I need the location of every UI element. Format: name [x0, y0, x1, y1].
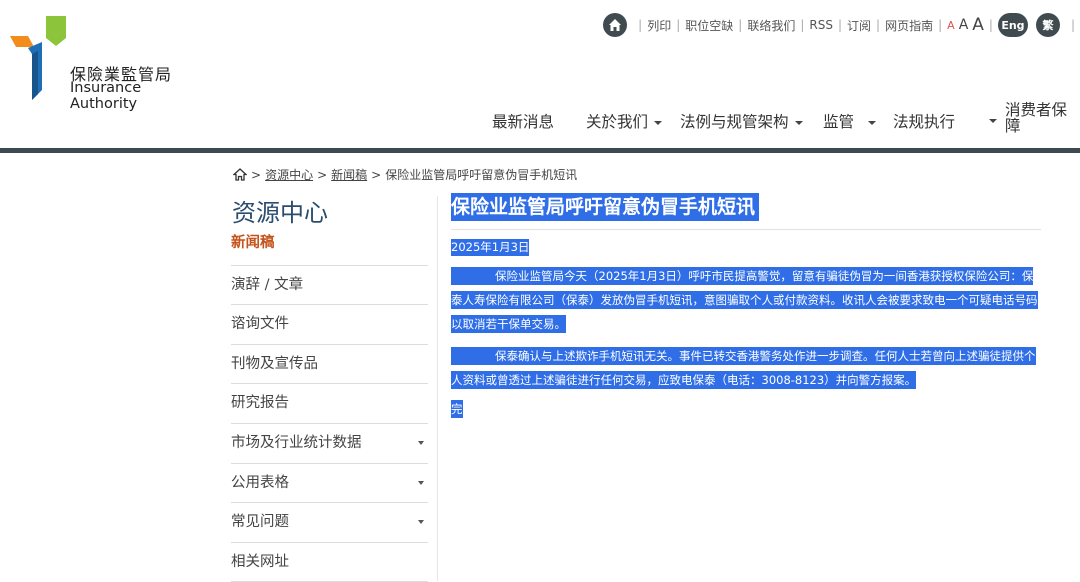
font-size-medium-button[interactable]: A	[959, 17, 969, 33]
sidebar-item-label: 刊物及宣传品	[231, 355, 318, 372]
chevron-down-icon[interactable]	[418, 440, 424, 445]
home-icon[interactable]	[233, 168, 247, 181]
font-size-small-button[interactable]: A	[947, 19, 955, 32]
site-logo[interactable]: 保險業監管局 Insurance Authority	[8, 14, 208, 112]
nav-news-label: 最新消息	[492, 113, 555, 131]
breadcrumb-press[interactable]: 新闻稿	[331, 166, 367, 183]
breadcrumb-resources[interactable]: 资源中心	[265, 166, 313, 183]
separator: |	[638, 18, 643, 32]
nav-consumer[interactable]: 消费者保障	[1005, 102, 1080, 134]
separator: |	[1070, 18, 1075, 32]
separator: |	[837, 18, 843, 32]
nav-supervision-label: 监管	[823, 113, 855, 131]
chevron-down-icon	[868, 120, 877, 125]
sidebar-item-press-releases[interactable]: 新闻稿	[231, 226, 428, 266]
separator: |	[938, 18, 943, 32]
separator: |	[876, 18, 881, 32]
sidebar-item-forms[interactable]: 公用表格	[231, 464, 428, 504]
sidebar-item-links[interactable]: 相关网址	[231, 543, 428, 582]
print-link[interactable]: 列印	[647, 17, 671, 34]
separator: |	[988, 18, 993, 32]
nav-enforcement[interactable]: 法规执行	[893, 110, 955, 132]
breadcrumb: > 资源中心 > 新闻稿 > 保险业监管局呼吁留意伪冒手机短讯	[233, 166, 577, 183]
sidebar-item-label: 公用表格	[231, 474, 289, 491]
breadcrumb-separator: >	[251, 167, 262, 182]
insurance-authority-logo-icon	[10, 16, 66, 100]
sidebar-item-faq[interactable]: 常见问题	[231, 503, 428, 543]
chevron-down-icon	[654, 120, 663, 125]
sidebar-item-label: 演辞 / 文章	[231, 276, 304, 293]
nav-about-label: 关於我们	[586, 113, 649, 131]
sidebar-item-statistics[interactable]: 市场及行业统计数据	[231, 424, 428, 464]
article: 保险业监管局呼吁留意伪冒手机短讯 2025年1月3日 保险业监管局今天（2025…	[451, 193, 1041, 418]
chevron-down-icon	[989, 119, 997, 123]
sidebar-item-research[interactable]: 研究报告	[231, 384, 428, 424]
sidebar-item-speeches[interactable]: 演辞 / 文章	[231, 266, 428, 306]
subscribe-link[interactable]: 订阅	[847, 17, 871, 34]
article-date: 2025年1月3日	[451, 239, 530, 256]
chevron-down-icon	[794, 120, 803, 125]
sidebar-item-consultation[interactable]: 谘询文件	[231, 305, 428, 345]
sidebar-item-publications[interactable]: 刊物及宣传品	[231, 345, 428, 385]
sidebar-item-label: 新闻稿	[231, 235, 275, 251]
sidebar-item-label: 常见问题	[231, 514, 289, 531]
nav-legislation-label: 法例与规管架构	[680, 113, 789, 131]
site-guide-link[interactable]: 网页指南	[885, 17, 933, 34]
sidebar-item-label: 谘询文件	[231, 316, 289, 333]
vacancies-link[interactable]: 职位空缺	[685, 17, 733, 34]
separator: |	[738, 18, 743, 32]
article-paragraph: 保泰确认与上述欺诈手机短讯无关。事件已转交香港警务处作进一步调查。任何人士若曾向…	[451, 344, 1041, 392]
article-paragraph-text: 保泰确认与上述欺诈手机短讯无关。事件已转交香港警务处作进一步调查。任何人士若曾向…	[451, 347, 1036, 389]
rss-link[interactable]: RSS	[809, 18, 833, 32]
sidebar-title: 资源中心	[232, 199, 328, 227]
article-end-mark: 完	[451, 400, 463, 418]
breadcrumb-separator: >	[371, 167, 382, 182]
article-title: 保险业监管局呼吁留意伪冒手机短讯	[451, 193, 760, 221]
main-navigation: 最新消息 关於我们 法例与规管架构 监管 法规执行	[0, 101, 1080, 137]
english-language-button[interactable]: Eng	[997, 13, 1028, 37]
site-header: 保險業監管局 Insurance Authority | 列印 | 职位空缺 |…	[0, 0, 1080, 148]
breadcrumb-current: 保险业监管局呼吁留意伪冒手机短讯	[385, 168, 578, 182]
sidebar-item-label: 研究报告	[231, 395, 289, 412]
contact-link[interactable]: 联络我们	[747, 17, 795, 34]
chevron-down-icon[interactable]	[418, 520, 424, 525]
utility-bar: | 列印 | 职位空缺 | 联络我们 | RSS | 订阅 | 网页指南 | A…	[603, 12, 1080, 38]
sidebar-item-label: 相关网址	[231, 553, 289, 570]
article-paragraph: 保险业监管局今天（2025年1月3日）呼吁市民提高警觉，留意有骗徒伪冒为一间香港…	[451, 264, 1041, 336]
content-divider	[437, 196, 438, 581]
header-divider-bar	[0, 148, 1080, 153]
chevron-down-icon[interactable]	[418, 480, 424, 485]
sidebar-menu: 新闻稿 演辞 / 文章 谘询文件 刊物及宣传品 研究报告 市场及行业统计数据 公…	[231, 226, 428, 582]
nav-enforcement-label: 法规执行	[893, 113, 956, 131]
font-size-large-button[interactable]: A	[972, 15, 984, 35]
article-paragraph-text: 保险业监管局今天（2025年1月3日）呼吁市民提高警觉，留意有骗徒伪冒为一间香港…	[451, 267, 1038, 333]
separator: |	[800, 18, 805, 32]
breadcrumb-separator: >	[317, 167, 328, 182]
nav-about[interactable]: 关於我们	[586, 110, 663, 132]
nav-news[interactable]: 最新消息	[492, 110, 554, 132]
sidebar-item-label: 市场及行业统计数据	[231, 434, 362, 451]
home-icon[interactable]	[603, 13, 628, 37]
separator: |	[676, 18, 681, 32]
nav-supervision[interactable]: 监管	[823, 110, 877, 132]
traditional-chinese-button[interactable]: 繁	[1035, 13, 1060, 37]
nav-legislation[interactable]: 法例与规管架构	[680, 110, 803, 132]
